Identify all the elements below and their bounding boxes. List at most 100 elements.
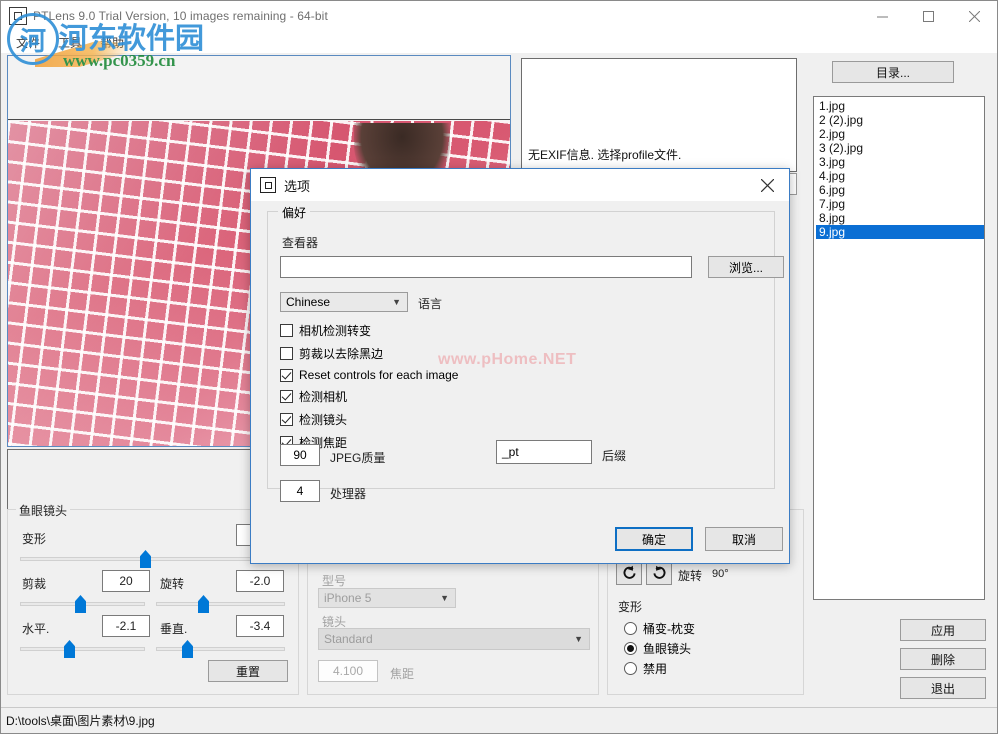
close-icon[interactable] [951,1,997,31]
fisheye-vertical-value[interactable]: -3.4 [236,615,284,637]
dialog-title-bar: 选项 [251,169,789,201]
list-item-selected[interactable]: 9.jpg [816,225,984,239]
menu-bar: 文件 工具 帮助 [1,31,997,53]
fisheye-vertical-slider[interactable] [156,640,285,658]
window-controls [859,1,997,31]
fisheye-rotate-value[interactable]: -2.0 [236,570,284,592]
file-list[interactable]: 1.jpg 2 (2).jpg 2.jpg 3 (2).jpg 3.jpg 4.… [813,96,985,600]
transform-rotate-degrees: 90° [712,568,729,580]
window-title: PTLens 9.0 Trial Version, 10 images rema… [33,9,328,23]
suffix-label: 后缀 [602,449,627,463]
checkbox-camera-detect-transform[interactable]: 相机检测转变 [280,322,458,339]
slider-thumb[interactable] [75,595,86,613]
fisheye-distortion-slider[interactable] [20,550,285,568]
camera-model-label: 型号 [322,574,347,588]
fisheye-crop-value[interactable]: 20 [102,570,150,592]
transform-option-label: 鱼眼镜头 [643,642,692,656]
menu-item-help[interactable]: 帮助 [91,32,133,53]
list-item[interactable]: 6.jpg [816,183,984,197]
checkbox-label: 检测相机 [299,390,348,404]
checkbox-icon-checked [280,413,293,426]
preferences-checkbox-list: 相机检测转变 剪裁以去除黑边 Reset controls for each i… [280,322,458,457]
menu-item-tools[interactable]: 工具 [49,32,91,53]
slider-thumb[interactable] [198,595,209,613]
transform-rotate-label: 旋转 [678,569,703,583]
checkbox-icon-checked [280,368,293,382]
language-select[interactable]: Chinese ▼ [280,292,408,312]
processors-label: 处理器 [330,487,367,501]
suffix-input[interactable]: _pt [496,440,592,464]
exif-panel: 无EXIF信息. 选择profile文件. [521,58,797,172]
checkbox-label: 检测镜头 [299,413,348,427]
preferences-group-title: 偏好 [278,204,311,221]
list-item[interactable]: 2.jpg [816,127,984,141]
camera-focal-label: 焦距 [390,667,415,681]
fisheye-rotate-label: 旋转 [160,577,185,591]
fisheye-rotate-slider[interactable] [156,595,285,613]
viewer-input[interactable] [280,256,692,278]
dialog-title: 选项 [284,178,311,194]
cancel-button[interactable]: 取消 [705,527,783,551]
maximize-icon[interactable] [905,1,951,31]
fisheye-reset-button[interactable]: 重置 [208,660,288,682]
checkbox-label: 剪裁以去除黑边 [299,347,384,361]
radio-icon [624,622,637,635]
slider-thumb[interactable] [140,550,151,568]
preferences-group: 偏好 查看器 浏览... Chinese ▼ 语言 相机检测转变 剪裁以去除黑边 [267,204,784,502]
slider-thumb[interactable] [182,640,193,658]
title-bar: PTLens 9.0 Trial Version, 10 images rema… [1,1,997,31]
slider-track [20,647,145,651]
menu-item-file[interactable]: 文件 [7,32,49,53]
camera-lens-select[interactable]: Standard ▼ [318,628,590,650]
processors-input[interactable]: 4 [280,480,320,502]
checkbox-detect-camera[interactable]: 检测相机 [280,388,458,405]
fisheye-horizontal-label: 水平. [22,622,50,636]
fisheye-horizontal-value[interactable]: -2.1 [102,615,150,637]
radio-icon [624,662,637,675]
app-square-icon [260,177,276,193]
slider-thumb[interactable] [64,640,75,658]
directory-button[interactable]: 目录... [832,61,954,83]
list-item[interactable]: 3 (2).jpg [816,141,984,155]
list-item[interactable]: 8.jpg [816,211,984,225]
checkbox-detect-lens[interactable]: 检测镜头 [280,411,458,428]
radio-icon-selected [624,642,637,655]
checkbox-crop-black-borders[interactable]: 剪裁以去除黑边 [280,345,458,362]
list-item[interactable]: 2 (2).jpg [816,113,984,127]
ok-button[interactable]: 确定 [615,527,693,551]
transform-group-label: 变形 [618,600,643,614]
app-square-icon [9,7,27,25]
minimize-icon[interactable] [859,1,905,31]
slider-track [156,602,285,606]
camera-model-select[interactable]: iPhone 5 ▼ [318,588,456,608]
fisheye-crop-slider[interactable] [20,595,145,613]
transform-option-fisheye[interactable]: 鱼眼镜头 [624,640,691,657]
apply-button[interactable]: 应用 [900,619,986,641]
list-item[interactable]: 1.jpg [816,99,984,113]
slider-track [156,647,285,651]
checkbox-icon [280,324,293,337]
transform-option-barrel[interactable]: 桶变-枕变 [624,620,695,637]
viewer-label: 查看器 [282,236,319,250]
jpeg-quality-input[interactable]: 90 [280,444,320,466]
exit-button[interactable]: 退出 [900,677,986,699]
fisheye-horizontal-slider[interactable] [20,640,145,658]
language-label: 语言 [418,297,443,311]
jpeg-quality-label: JPEG质量 [330,451,386,465]
checkbox-icon-checked [280,390,293,403]
transform-option-disabled[interactable]: 禁用 [624,660,667,677]
camera-lens-value: Standard [324,632,373,646]
dialog-close-icon[interactable] [745,169,789,201]
list-item[interactable]: 7.jpg [816,197,984,211]
browse-button[interactable]: 浏览... [708,256,784,278]
fisheye-group-title: 鱼眼镜头 [16,502,71,519]
ptlens-main-window: PTLens 9.0 Trial Version, 10 images rema… [0,0,998,734]
slider-track [20,557,285,561]
delete-button[interactable]: 删除 [900,648,986,670]
checkbox-reset-controls[interactable]: Reset controls for each image [280,368,458,382]
list-item[interactable]: 4.jpg [816,169,984,183]
camera-focal-value[interactable]: 4.100 [318,660,378,682]
checkbox-label: 相机检测转变 [299,324,372,338]
camera-model-value: iPhone 5 [324,591,372,605]
list-item[interactable]: 3.jpg [816,155,984,169]
